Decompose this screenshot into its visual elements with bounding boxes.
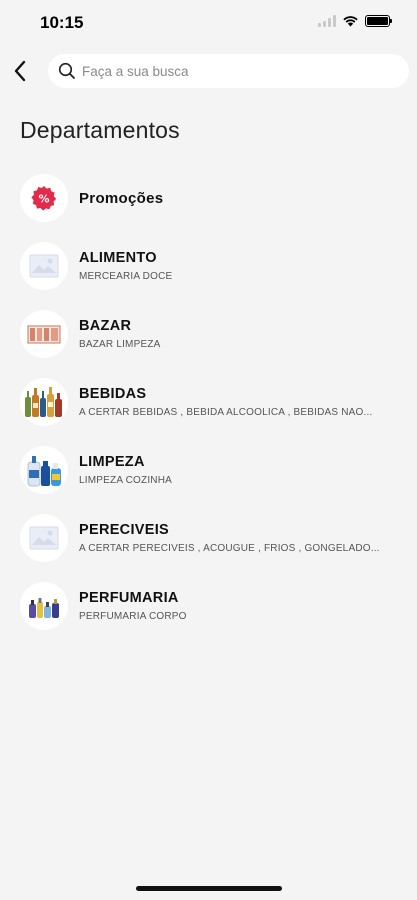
- promo-percent-icon: %: [31, 186, 57, 211]
- department-name: BAZAR: [79, 318, 132, 334]
- department-item-limpeza[interactable]: LIMPEZA LIMPEZA COZINHA: [0, 436, 417, 504]
- department-item-pereciveis[interactable]: PERECIVEIS A CERTAR PERECIVEIS , ACOUGUE…: [0, 504, 417, 572]
- search-input[interactable]: [82, 63, 382, 79]
- image-placeholder-icon: [29, 526, 59, 550]
- department-subcategories: BAZAR LIMPEZA: [79, 339, 161, 350]
- battery-icon: [365, 15, 392, 27]
- department-name: PERFUMARIA: [79, 590, 179, 606]
- department-name: ALIMENTO: [79, 250, 157, 266]
- department-thumbnail: [20, 446, 68, 494]
- page-title: Departamentos: [20, 117, 180, 143]
- chevron-left-icon: [14, 60, 26, 82]
- back-button[interactable]: [6, 56, 34, 86]
- department-item-alimento[interactable]: ALIMENTO MERCEARIA DOCE: [0, 232, 417, 300]
- department-thumbnail: [20, 582, 68, 630]
- bottles-image: [25, 387, 62, 417]
- department-list: % Promoções ALIMENTO MERCEARIA DOCE BAZA…: [0, 164, 417, 640]
- department-item-promocoes[interactable]: % Promoções: [0, 164, 417, 232]
- home-indicator: [136, 886, 282, 891]
- search-box[interactable]: [48, 54, 409, 88]
- bazar-product-image: [27, 325, 61, 344]
- department-thumbnail: [20, 242, 68, 290]
- department-subcategories: LIMPEZA COZINHA: [79, 475, 173, 486]
- department-thumbnail: [20, 378, 68, 426]
- department-name: PERECIVEIS: [79, 522, 170, 538]
- perfume-products-image: [29, 598, 59, 618]
- department-name: LIMPEZA: [79, 454, 145, 470]
- department-name: BEBIDAS: [79, 386, 147, 402]
- department-thumbnail: %: [20, 174, 68, 222]
- department-thumbnail: [20, 514, 68, 562]
- wifi-icon: [343, 16, 358, 27]
- department-item-bebidas[interactable]: BEBIDAS A CERTAR BEBIDAS , BEBIDA ALCOOL…: [0, 368, 417, 436]
- image-placeholder-icon: [29, 254, 59, 278]
- status-time: 10:15: [40, 13, 84, 32]
- department-subcategories: A CERTAR PERECIVEIS , ACOUGUE , FRIOS , …: [79, 543, 380, 554]
- department-subcategories: MERCEARIA DOCE: [79, 271, 173, 282]
- department-thumbnail: [20, 310, 68, 358]
- status-bar: 10:15: [0, 0, 417, 46]
- status-icons: [318, 15, 392, 27]
- svg-text:%: %: [38, 193, 49, 206]
- search-icon: [58, 62, 75, 79]
- department-subcategories: A CERTAR BEBIDAS , BEBIDA ALCOOLICA , BE…: [79, 407, 373, 418]
- department-subcategories: PERFUMARIA CORPO: [79, 611, 187, 622]
- department-item-bazar[interactable]: BAZAR BAZAR LIMPEZA: [0, 300, 417, 368]
- cleaning-products-image: [27, 456, 61, 487]
- top-bar: [0, 52, 417, 90]
- signal-icon: [318, 15, 336, 27]
- department-name: Promoções: [79, 189, 164, 207]
- department-item-perfumaria[interactable]: PERFUMARIA PERFUMARIA CORPO: [0, 572, 417, 640]
